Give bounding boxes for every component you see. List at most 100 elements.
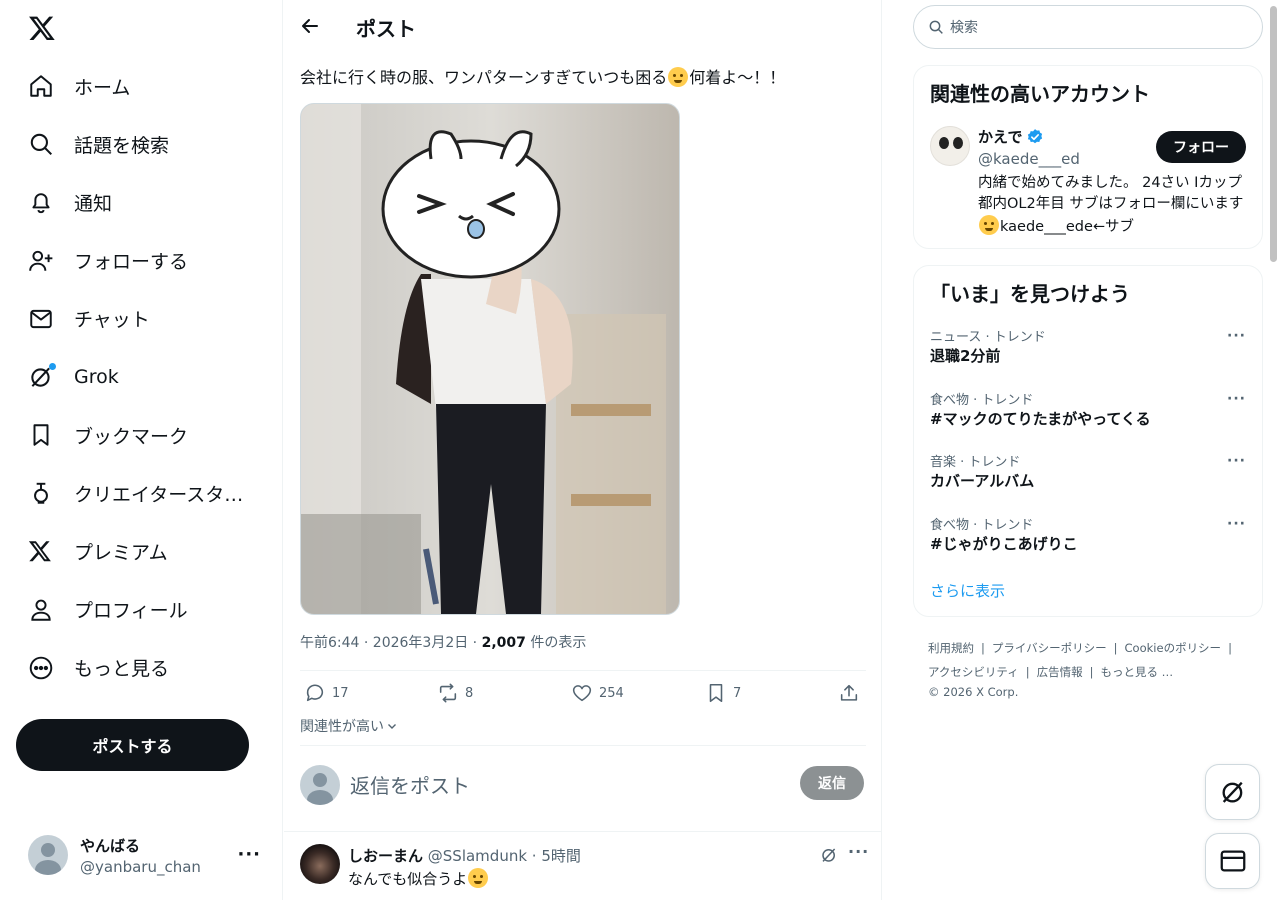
account-switcher[interactable]: やんばる @yanbaru_chan ··· [16, 824, 271, 886]
trend-name: カバーアルバム [930, 472, 1035, 490]
grok-float-button[interactable] [1205, 764, 1260, 820]
view-count: 2,007 [481, 635, 526, 651]
more-dots-icon[interactable]: ··· [1227, 391, 1246, 407]
nav-item-explore[interactable]: 話題を検索 [0, 115, 283, 173]
grok-icon[interactable] [820, 846, 838, 864]
reply-author-meta: @SSlamdunk · 5時間 [423, 847, 581, 865]
x-logo-icon [28, 539, 54, 565]
like-action[interactable]: 254 [571, 682, 624, 704]
account-name-text: かえで [978, 128, 1023, 146]
more-circle-icon [28, 655, 54, 681]
page-title: ポスト [356, 17, 416, 41]
privacy-link[interactable]: プライバシーポリシー [992, 641, 1107, 655]
avatar[interactable] [300, 844, 340, 884]
nav-item-grok[interactable]: Grok [0, 348, 283, 406]
reply-action[interactable]: 17 [304, 682, 349, 704]
repost-count: 8 [465, 685, 474, 701]
share-action[interactable] [838, 682, 860, 704]
reply-author-name[interactable]: しおーまん [348, 847, 423, 865]
trend-category: ニュース · トレンド [930, 330, 1046, 345]
nav-item-home[interactable]: ホーム [0, 57, 283, 115]
repost-icon [437, 682, 459, 704]
tweet-timestamp[interactable]: 午前6:44 · 2026年3月2日 · [300, 635, 482, 651]
cookie-link[interactable]: Cookieのポリシー [1125, 641, 1222, 655]
like-count: 254 [599, 685, 624, 701]
nav-item-more[interactable]: もっと見る [0, 639, 283, 697]
terms-link[interactable]: 利用規約 [928, 641, 974, 655]
account-name[interactable]: かえで [978, 126, 1044, 147]
follow-icon [28, 248, 54, 274]
trend-item[interactable]: 食べ物 · トレンド #じゃがりこあげりこ ··· [914, 514, 1262, 570]
reply-count: 17 [332, 685, 349, 701]
more-dots-icon[interactable]: ··· [1227, 516, 1246, 532]
scrollbar[interactable] [1270, 6, 1277, 262]
more-dots-icon[interactable]: ··· [1227, 453, 1246, 469]
ads-info-link[interactable]: 広告情報 [1037, 665, 1083, 679]
x-logo-icon[interactable] [28, 14, 56, 42]
reply-sort-dropdown[interactable]: 関連性が高い [300, 716, 398, 736]
nav-item-notifications[interactable]: 通知 [0, 173, 283, 231]
bookmark-action[interactable]: 7 [705, 682, 741, 704]
reply-text-part: なんでも似合うよ [348, 870, 468, 888]
nav-item-premium[interactable]: プレミアム [0, 523, 283, 581]
show-more-link[interactable]: さらに表示 [930, 580, 1005, 601]
search-input[interactable]: 検索 [913, 5, 1263, 49]
nav-label: ブックマーク [74, 425, 189, 448]
trend-item[interactable]: 音楽 · トレンド カバーアルバム ··· [914, 451, 1262, 507]
nav-label: もっと見る [74, 658, 170, 681]
more-dots-icon[interactable]: ··· [1227, 328, 1246, 344]
mail-icon [1218, 846, 1248, 876]
bookmark-icon [705, 682, 727, 704]
reply-icon [304, 682, 326, 704]
tweet-text-part: 会社に行く時の服、ワンパターンすぎていつも困る [300, 68, 668, 87]
trend-category: 音楽 · トレンド [930, 455, 1021, 470]
post-button[interactable]: ポストする [16, 719, 249, 771]
search-icon [928, 19, 944, 35]
chat-float-button[interactable] [1205, 833, 1260, 889]
trend-item[interactable]: 食べ物 · トレンド #マックのてりたまがやってくる ··· [914, 389, 1262, 445]
nav-item-bookmarks[interactable]: ブックマーク [0, 406, 283, 464]
tweet-actions: 17 8 254 7 [300, 680, 866, 708]
back-arrow-icon[interactable] [298, 14, 322, 38]
search-icon [28, 131, 54, 157]
tweet-photo[interactable] [300, 103, 680, 615]
tweet-meta: 午前6:44 · 2026年3月2日 · 2,007 件の表示 [300, 632, 586, 652]
bookmark-count: 7 [733, 685, 742, 701]
view-count-suffix: 件の表示 [525, 635, 587, 651]
more-dots-icon[interactable]: ··· [237, 844, 261, 865]
trends-panel: 「いま」を見つけよう ニュース · トレンド 退職2分前 ··· 食べ物 · ト… [913, 265, 1263, 617]
trend-category: 食べ物 · トレンド [930, 518, 1034, 533]
left-sidebar: ホーム 話題を検索 通知 フォローする チャット Grok ブックマーク クリエ… [0, 0, 283, 900]
creator-icon [28, 480, 54, 506]
more-dots-icon[interactable]: ··· [848, 842, 869, 861]
account-handle: @kaede___ed [978, 150, 1080, 168]
account-handle: @yanbaru_chan [80, 857, 201, 876]
page-header: ポスト [284, 0, 881, 53]
relevant-accounts-panel: 関連性の高いアカウント かえで @kaede___ed 内緒で始めてみました。 … [913, 65, 1263, 249]
trend-name: #マックのてりたまがやってくる [930, 410, 1151, 428]
accessibility-link[interactable]: アクセシビリティ [928, 665, 1019, 679]
footer-more-link[interactable]: もっと見る … [1100, 665, 1173, 679]
chevron-down-icon [386, 720, 398, 732]
nav-label: 通知 [74, 192, 113, 215]
avatar[interactable] [930, 126, 970, 166]
trend-item[interactable]: ニュース · トレンド 退職2分前 ··· [914, 326, 1262, 382]
footer-links: 利用規約 | プライバシーポリシー | Cookieのポリシー | アクセシビリティ | 広告… [928, 636, 1258, 708]
divider [284, 831, 881, 832]
search-placeholder: 検索 [950, 20, 978, 36]
nav-item-creator-studio[interactable]: クリエイタースタ… [0, 464, 283, 522]
reply-submit-button[interactable]: 返信 [800, 766, 864, 800]
nav-item-follow[interactable]: フォローする [0, 232, 283, 290]
separator: | [981, 641, 985, 655]
follow-button[interactable]: フォロー [1156, 131, 1246, 163]
repost-action[interactable]: 8 [437, 682, 473, 704]
divider [300, 670, 866, 671]
divider [300, 745, 866, 746]
nav-item-profile[interactable]: プロフィール [0, 581, 283, 639]
grok-icon [28, 363, 56, 390]
nav-label: チャット [74, 309, 150, 332]
reply-input[interactable]: 返信をポスト [350, 770, 470, 799]
reply-composer: 返信をポスト 返信 [300, 760, 866, 810]
separator: | [1113, 641, 1118, 655]
nav-item-chat[interactable]: チャット [0, 290, 283, 348]
